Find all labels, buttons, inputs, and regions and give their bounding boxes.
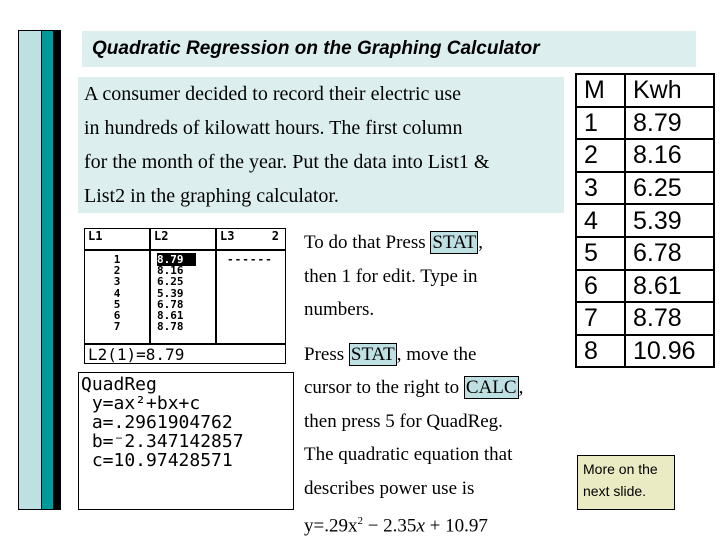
step-line: Press STAT, move the xyxy=(304,338,564,372)
table-row: 4 5.39 xyxy=(575,203,715,238)
decorative-bar-light xyxy=(18,30,42,510)
data-table: M Kwh 1 8.79 2 8.16 3 6.25 4 5.39 5 6.78 6 8.6… xyxy=(575,73,715,369)
stat-key-highlight: STAT xyxy=(348,342,397,366)
cell-month: 7 xyxy=(575,301,626,336)
eq-part: − 2.35 xyxy=(362,515,417,537)
table-row: 2 8.16 xyxy=(575,138,715,173)
eq-part: y=.29x xyxy=(304,515,358,537)
cell-kwh: 8.61 xyxy=(624,268,715,304)
instructions: To do that Press STAT, then 1 for edit. … xyxy=(304,226,564,543)
step-line: The quadratic equation that xyxy=(304,444,513,465)
list-l2-column: 8.79 8.16 6.25 5.39 6.78 8.61 8.78 xyxy=(151,251,217,343)
list-footer: L2(1)=8.79 xyxy=(88,345,185,364)
list-header-l3: L3 2 xyxy=(217,229,283,249)
step-text: , xyxy=(478,232,484,253)
list-body: 1 2 3 4 5 6 7 8.79 8.16 6.25 5.39 6.78 8… xyxy=(85,251,285,345)
note-line: More on the xyxy=(583,461,658,477)
step-text: cursor to the right to xyxy=(304,377,464,398)
eq-variable: x xyxy=(416,515,425,537)
cell-month: 4 xyxy=(575,203,626,238)
intro-line: in hundreds of kilowatt hours. The first… xyxy=(84,117,463,139)
list-header: L1 L2 L3 2 xyxy=(85,229,285,251)
list-l1-column: 1 2 3 4 5 6 7 xyxy=(85,251,151,343)
table-row: 7 8.78 xyxy=(575,301,715,336)
intro-line: List2 in the graphing calculator. xyxy=(84,185,339,207)
cell-kwh: 6.78 xyxy=(624,235,715,271)
step-line: numbers. xyxy=(304,299,375,320)
cell-month: 1 xyxy=(575,105,626,141)
step-line: describes power use is xyxy=(304,477,475,499)
decorative-bar-black xyxy=(54,30,61,510)
cell-month: 6 xyxy=(575,268,626,304)
note-line: next slide. xyxy=(583,483,647,499)
cell-month: 3 xyxy=(575,170,626,206)
quadreg-line: c=10.97428571 xyxy=(81,450,233,471)
cell-month: 8 xyxy=(575,333,626,369)
list-cell-empty: ------ xyxy=(227,253,273,266)
cell-kwh: 6.25 xyxy=(624,170,715,206)
calculator-quadreg-screen: QuadReg y=ax²+bx+c a=.2961904762 b=⁻2.34… xyxy=(78,372,294,510)
table-row: 8 10.96 xyxy=(575,333,715,369)
step-text: Press xyxy=(304,343,349,365)
list-header-index: 2 xyxy=(271,229,279,243)
list-cell: 6.25 xyxy=(157,275,184,289)
list-cell: 3 xyxy=(113,275,121,289)
step-line: cursor to the right to CALC, xyxy=(304,371,564,405)
table-row: 5 6.78 xyxy=(575,235,715,271)
cell-kwh: 5.39 xyxy=(624,203,715,238)
header-month: M xyxy=(575,73,626,108)
table-row: 6 8.61 xyxy=(575,268,715,304)
list-cell: 7 xyxy=(113,320,121,334)
intro-line: A consumer decided to record their elect… xyxy=(84,83,462,105)
calc-key-highlight: CALC xyxy=(463,376,519,399)
stat-key-highlight: STAT xyxy=(430,231,479,254)
calculator-list-screen: L1 L2 L3 2 1 2 3 4 5 6 7 8.79 8.16 6.25 … xyxy=(84,228,286,364)
table-row: 1 8.79 xyxy=(575,105,715,141)
slide-title: Quadratic Regression on the Graphing Cal… xyxy=(82,31,696,67)
list-header-l1: L1 xyxy=(85,229,151,249)
cell-month: 2 xyxy=(575,138,626,173)
eq-part: + 10.97 xyxy=(424,515,488,537)
list-header-l2: L2 xyxy=(151,229,217,249)
quadreg-line: a=.2961904762 xyxy=(81,412,233,433)
step-line: then press 5 for QuadReg. xyxy=(304,410,503,432)
cell-kwh: 8.78 xyxy=(624,301,715,336)
cell-kwh: 10.96 xyxy=(624,333,715,369)
intro-text: A consumer decided to record their elect… xyxy=(78,77,564,213)
decorative-bar-teal xyxy=(42,30,54,510)
cell-kwh: 8.16 xyxy=(624,138,715,173)
step-text: , move the xyxy=(396,343,477,365)
step-text: , xyxy=(518,377,524,398)
step-text: To do that Press xyxy=(304,232,431,253)
table-row: 3 6.25 xyxy=(575,170,715,206)
quadreg-line: QuadReg xyxy=(81,374,157,395)
step-line: To do that Press STAT, xyxy=(304,226,564,260)
quadratic-equation: y=.29x2 − 2.35x + 10.97 xyxy=(304,505,564,543)
header-kwh: Kwh xyxy=(624,73,715,108)
list-l3-column: ------ xyxy=(217,251,283,343)
cell-month: 5 xyxy=(575,235,626,271)
step-line: then 1 for edit. Type in xyxy=(304,265,478,287)
quadreg-line: b=⁻2.347142857 xyxy=(81,431,244,452)
intro-line: for the month of the year. Put the data … xyxy=(84,151,490,173)
next-slide-note: More on the next slide. xyxy=(577,455,675,510)
list-header-l3-label: L3 xyxy=(220,229,235,243)
quadreg-line: y=ax²+bx+c xyxy=(81,393,201,414)
cell-kwh: 8.79 xyxy=(624,105,715,141)
table-header-row: M Kwh xyxy=(575,73,715,108)
list-cell: 8.78 xyxy=(157,320,184,334)
